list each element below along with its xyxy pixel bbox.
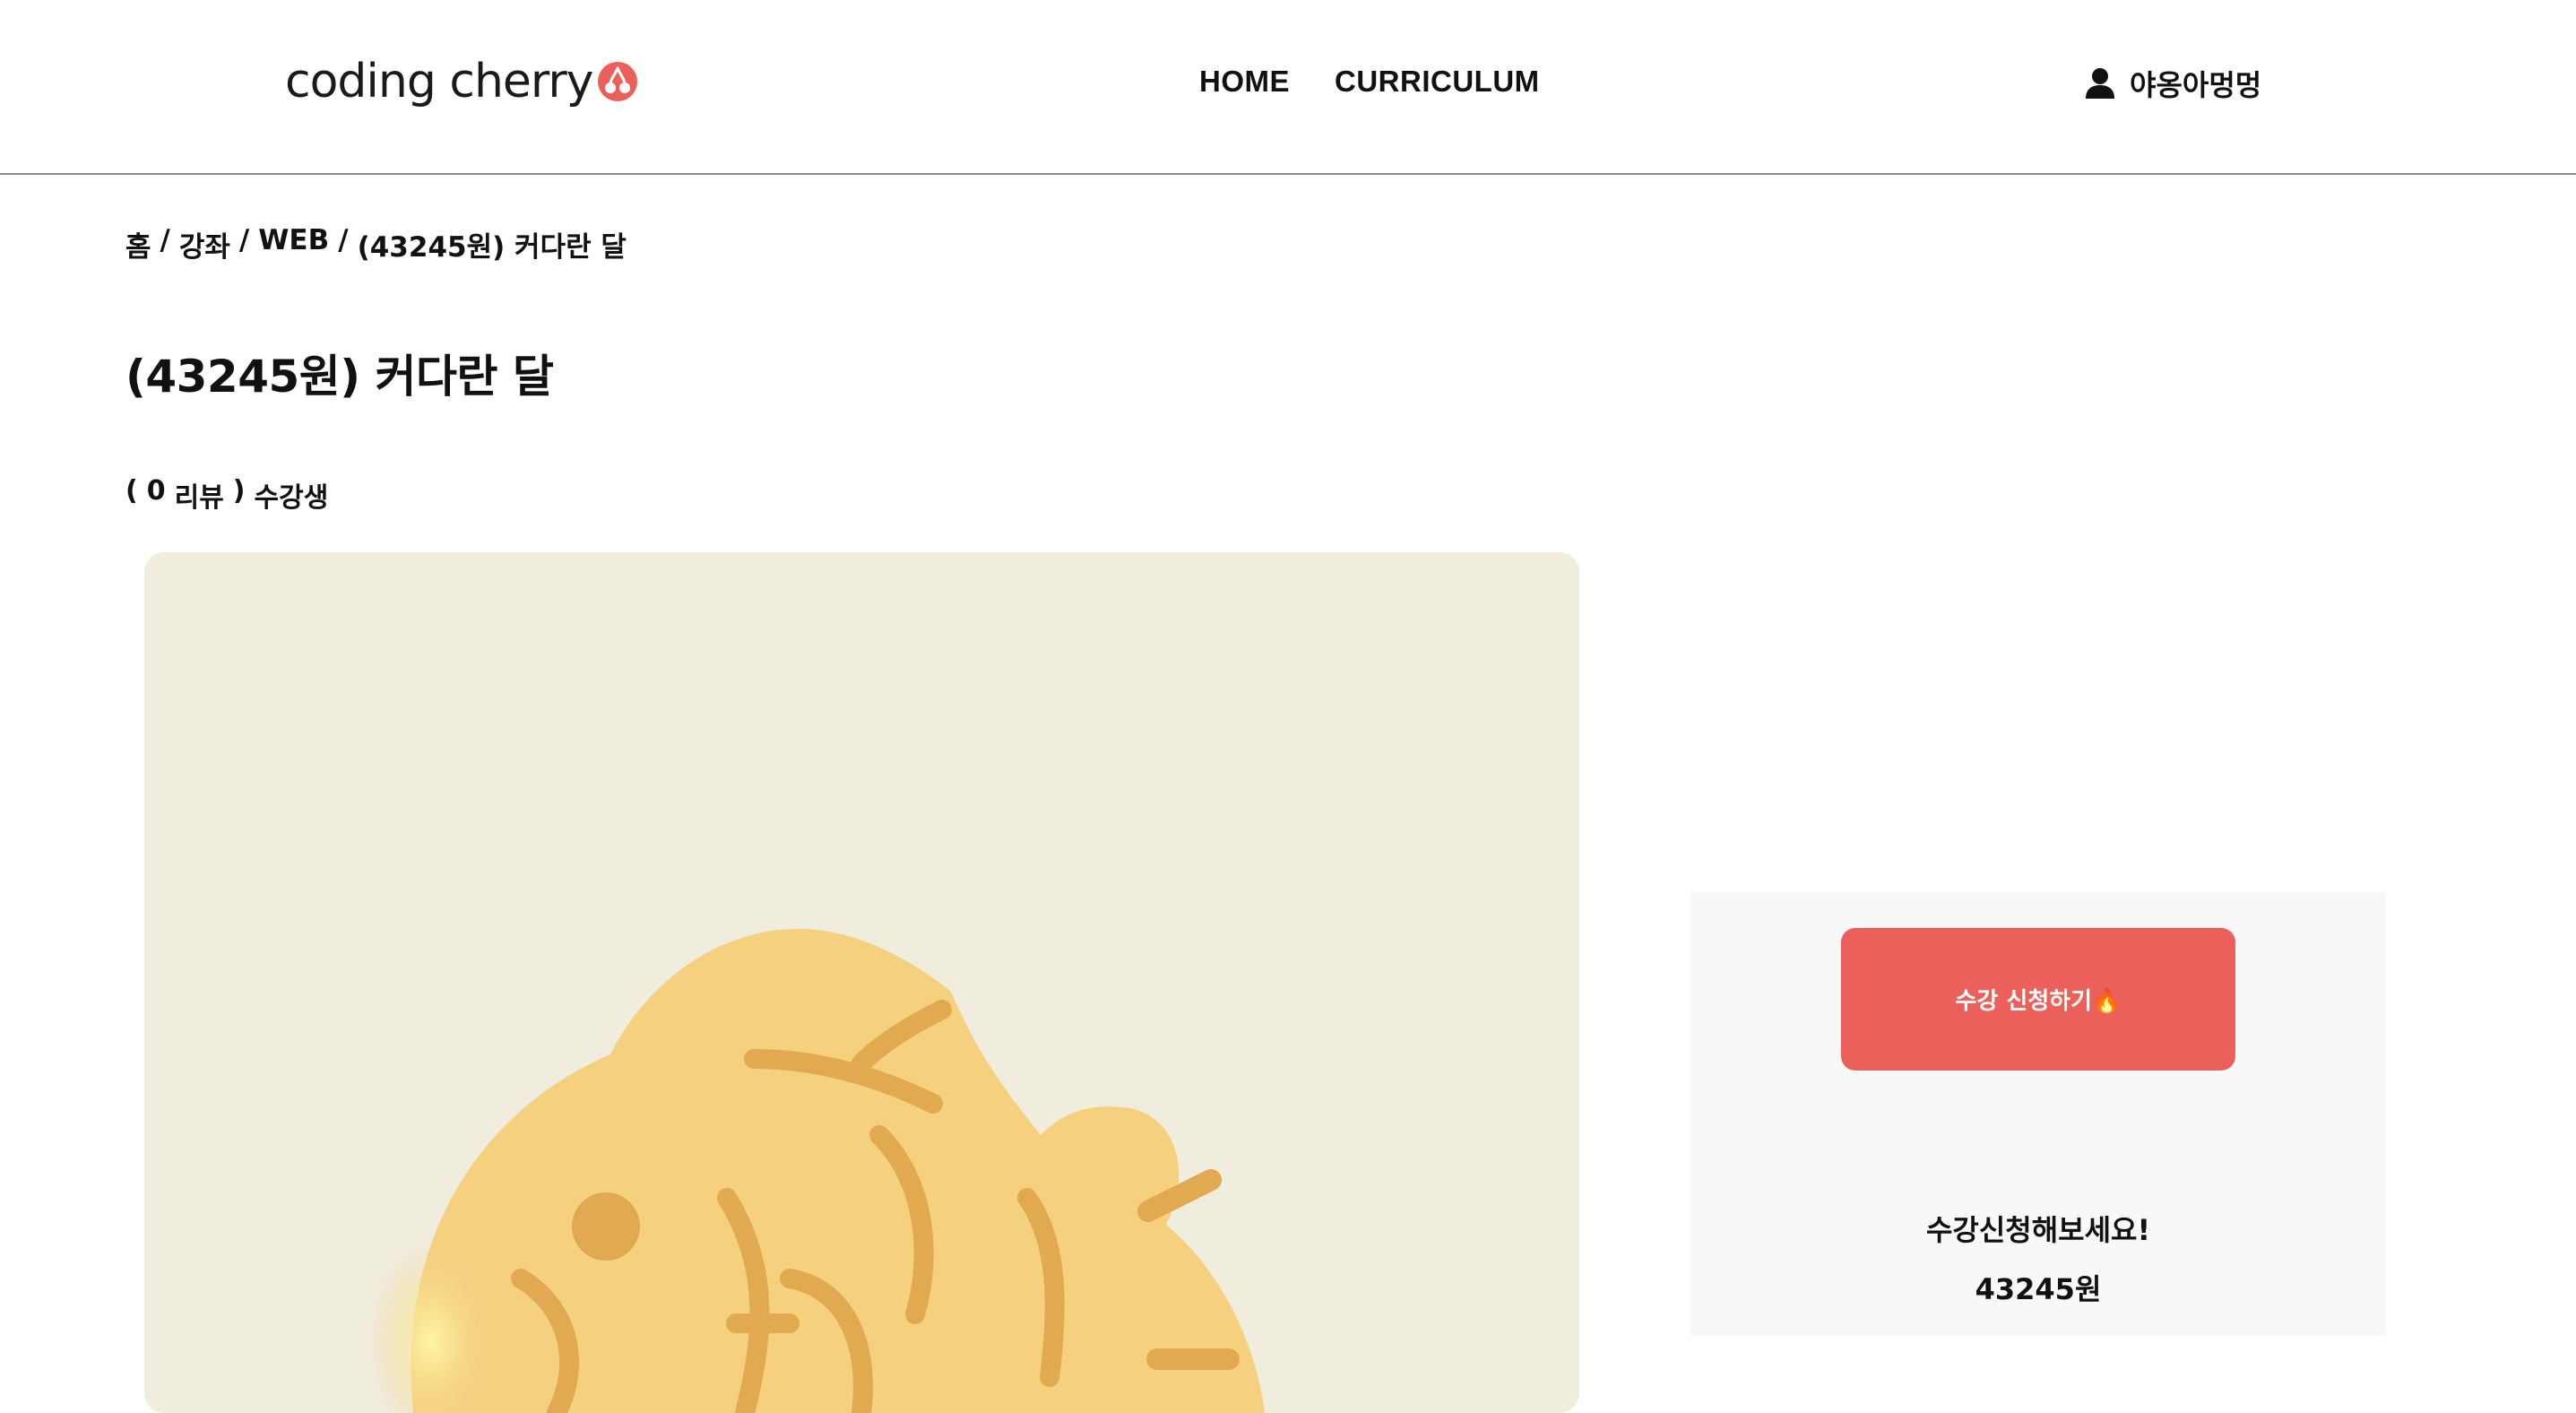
user-name: 야옹아멍멍 <box>2130 68 2262 102</box>
user-icon <box>2086 68 2114 99</box>
course-meta: ( 0 리뷰 ) 수강생 <box>125 475 328 515</box>
breadcrumb-current: (43245원) 커다란 달 <box>357 231 627 264</box>
breadcrumb-separator: / <box>338 224 349 256</box>
breadcrumb-separator: / <box>238 224 250 256</box>
enroll-prompt: 수강신청해보세요! <box>1925 1213 2151 1247</box>
taiyaki-illustration <box>368 929 1265 1413</box>
nav-home-link[interactable]: HOME <box>1199 65 1290 99</box>
reviews-open-paren: ( <box>125 475 138 507</box>
course-title: (43245원) 커다란 달 <box>125 351 554 403</box>
site-logo[interactable]: coding cherry <box>285 50 638 113</box>
review-count: 0 <box>146 475 166 507</box>
reviews-label[interactable]: 리뷰 <box>175 475 224 515</box>
breadcrumb-category[interactable]: WEB <box>258 224 329 264</box>
logo-text: coding cherry <box>285 55 594 108</box>
site-header: coding cherry HOME CURRICULUM 야옹아멍멍 <box>0 0 2576 175</box>
breadcrumb-home[interactable]: 홈 <box>125 224 151 264</box>
cherry-icon <box>597 62 637 101</box>
breadcrumb: 홈 / 강좌 / WEB / (43245원) 커다란 달 <box>125 224 627 264</box>
reviews-close-paren: ) <box>232 475 246 507</box>
enroll-card: 수강 신청하기🔥 수강신청해보세요! 43245원 <box>1690 892 2386 1336</box>
students-label: 수강생 <box>254 482 329 514</box>
breadcrumb-separator: / <box>160 224 170 256</box>
main-nav: HOME CURRICULUM <box>1199 65 1540 99</box>
enroll-button[interactable]: 수강 신청하기🔥 <box>1841 928 2235 1071</box>
course-thumbnail <box>144 552 1579 1413</box>
course-price: 43245원 <box>1975 1272 2102 1306</box>
user-menu[interactable]: 야옹아멍멍 <box>2085 63 2261 104</box>
nav-curriculum-link[interactable]: CURRICULUM <box>1335 65 1540 99</box>
breadcrumb-courses[interactable]: 강좌 <box>179 224 230 264</box>
